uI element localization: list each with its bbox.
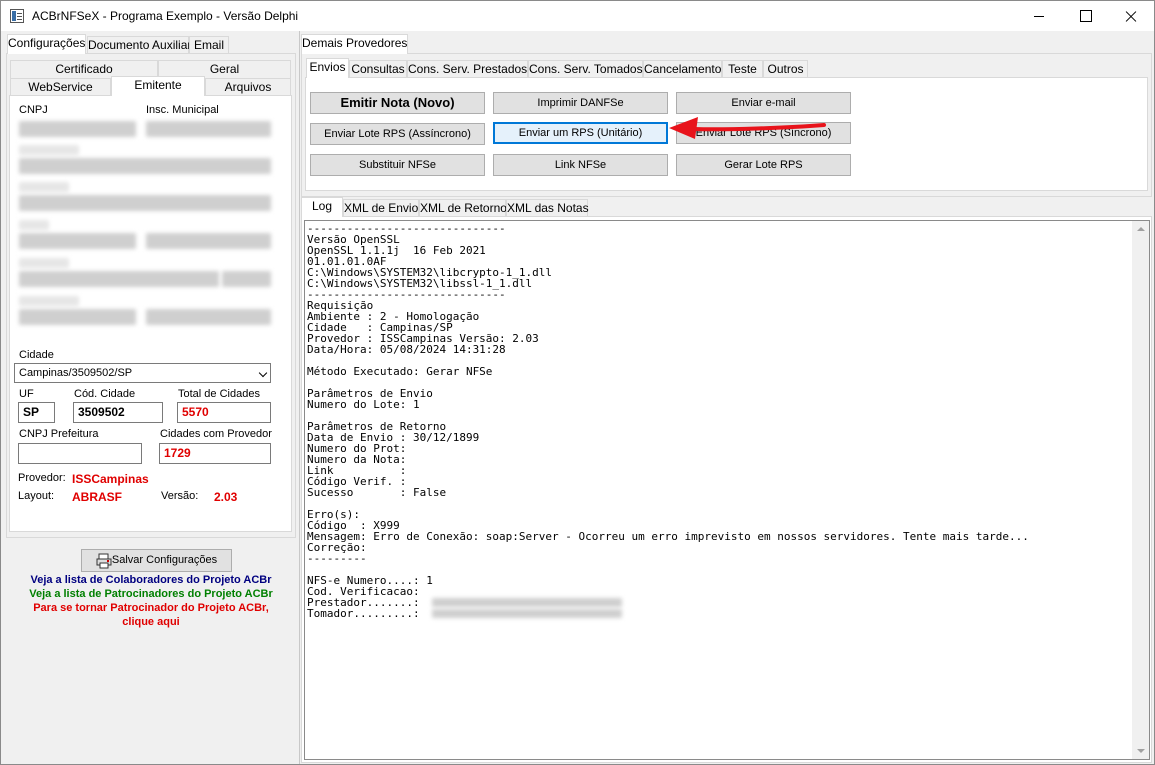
log-memo[interactable]: ------------------------------ Versão Op… <box>304 220 1150 760</box>
cep-field-redacted[interactable] <box>222 271 271 287</box>
razao-label-redacted <box>19 145 79 155</box>
tab-cons-serv-tomados[interactable]: Cons. Serv. Tomados <box>528 60 643 78</box>
versao-label: Versão: <box>161 490 199 502</box>
endereco-label-redacted <box>19 220 49 230</box>
fone-field-redacted[interactable] <box>146 309 271 325</box>
imprimir-danfse-button[interactable]: Imprimir DANFSe <box>493 92 668 114</box>
link-patrocinador-line1[interactable]: Para se tornar Patrocinador do Projeto A… <box>6 602 296 615</box>
cidade-select[interactable]: Campinas/3509502/SP <box>14 363 271 383</box>
cnpj-field-redacted[interactable] <box>19 121 136 137</box>
tab-xml-notas[interactable]: XML das Notas <box>506 199 589 217</box>
total-cidades-field[interactable]: 5570 <box>177 402 271 423</box>
provedor-value: ISSCampinas <box>72 472 149 486</box>
provedor-label: Provedor: <box>18 472 66 484</box>
tab-documento-auxiliar[interactable]: Documento Auxiliar <box>87 36 191 54</box>
insc-field-redacted[interactable] <box>146 121 271 137</box>
cidades-provedor-label: Cidades com Provedor <box>160 428 272 440</box>
cidade-label: Cidade <box>19 349 54 361</box>
scroll-up-arrow-icon[interactable] <box>1137 227 1145 231</box>
minimize-button[interactable] <box>1016 1 1062 31</box>
salvar-configuracoes-label: Salvar Configurações <box>111 554 218 566</box>
fantasia-field-redacted[interactable] <box>19 195 271 211</box>
log-text: ------------------------------ Versão Op… <box>307 222 1029 620</box>
substituir-nfse-button[interactable]: Substituir NFSe <box>310 154 485 176</box>
versao-value: 2.03 <box>214 490 238 504</box>
subtab-arquivos[interactable]: Arquivos <box>205 78 291 96</box>
enviar-rps-unitario-button[interactable]: Enviar um RPS (Unitário) <box>493 122 668 144</box>
app-window: ACBrNFSeX - Programa Exemplo - Versão De… <box>0 0 1155 765</box>
emitente-panel: CNPJ Insc. Municipal Cidade <box>9 95 292 532</box>
cidade-select-value: Campinas/3509502/SP <box>19 367 133 379</box>
link-patrocinador-line2[interactable]: clique aqui <box>6 616 296 629</box>
tab-teste[interactable]: Teste <box>722 60 763 78</box>
maximize-button[interactable] <box>1062 1 1108 31</box>
title-bar: ACBrNFSeX - Programa Exemplo - Versão De… <box>1 1 1154 31</box>
close-button[interactable] <box>1108 1 1154 31</box>
cnpj-prefeitura-label: CNPJ Prefeitura <box>19 428 99 440</box>
cod-cidade-field[interactable]: 3509502 <box>73 402 163 423</box>
tab-log[interactable]: Log <box>301 197 343 217</box>
link-colaboradores[interactable]: Veja a lista de Colaboradores do Projeto… <box>6 574 296 587</box>
tab-outros[interactable]: Outros <box>763 60 808 78</box>
log-vertical-scrollbar[interactable] <box>1132 221 1149 759</box>
splitter[interactable] <box>299 31 300 764</box>
emitir-nota-button[interactable]: Emitir Nota (Novo) <box>310 92 485 114</box>
tab-configuracoes[interactable]: Configurações <box>7 34 86 54</box>
red-arrow-annotation <box>669 117 826 139</box>
bairro-field-redacted[interactable] <box>19 309 136 325</box>
tab-demais-provedores[interactable]: Demais Provedores <box>301 34 408 54</box>
tab-cancelamento[interactable]: Cancelamento <box>643 60 722 78</box>
enviar-lote-async-button[interactable]: Enviar Lote RPS (Assíncrono) <box>310 123 485 145</box>
cod-cidade-label: Cód. Cidade <box>74 388 136 400</box>
prestador-redacted <box>432 598 622 607</box>
fantasia-label-redacted <box>19 182 69 192</box>
gerar-lote-rps-button[interactable]: Gerar Lote RPS <box>676 154 851 176</box>
insc-municipal-label: Insc. Municipal <box>146 104 219 116</box>
cnpj-label: CNPJ <box>19 104 48 116</box>
scroll-down-arrow-icon[interactable] <box>1137 749 1145 753</box>
tomador-redacted <box>432 609 622 618</box>
tab-envios[interactable]: Envios <box>306 58 349 78</box>
tab-xml-retorno[interactable]: XML de Retorno <box>419 199 507 217</box>
cnpj-prefeitura-field[interactable] <box>18 443 142 464</box>
layout-label: Layout: <box>18 490 55 502</box>
total-cidades-label: Total de Cidades <box>178 388 260 400</box>
link-patrocinadores[interactable]: Veja a lista de Patrocinadores do Projet… <box>6 588 296 601</box>
link-nfse-button[interactable]: Link NFSe <box>493 154 668 176</box>
app-icon <box>10 9 24 23</box>
razao-field-redacted[interactable] <box>19 158 271 174</box>
tab-consultas[interactable]: Consultas <box>349 60 407 78</box>
subtab-webservice[interactable]: WebService <box>10 78 111 96</box>
uf-field[interactable]: SP <box>18 402 55 423</box>
endereco-field-redacted[interactable] <box>19 233 136 249</box>
tab-xml-envio[interactable]: XML de Envio <box>343 199 419 217</box>
cidades-provedor-field[interactable]: 1729 <box>159 443 271 464</box>
save-printer-icon <box>96 553 112 569</box>
chevron-down-icon <box>258 368 268 378</box>
numero-field-redacted[interactable] <box>146 233 271 249</box>
uf-label: UF <box>19 388 34 400</box>
complemento-field-redacted[interactable] <box>19 271 219 287</box>
salvar-configuracoes-button[interactable]: Salvar Configurações <box>81 549 232 572</box>
subtab-emitente[interactable]: Emitente <box>111 76 205 96</box>
window-title: ACBrNFSeX - Programa Exemplo - Versão De… <box>32 9 299 23</box>
layout-value: ABRASF <box>72 490 122 504</box>
bairro-label-redacted <box>19 296 79 306</box>
tab-email[interactable]: Email <box>189 36 229 54</box>
complemento-label-redacted <box>19 258 69 268</box>
tab-cons-serv-prestados[interactable]: Cons. Serv. Prestados <box>407 60 528 78</box>
